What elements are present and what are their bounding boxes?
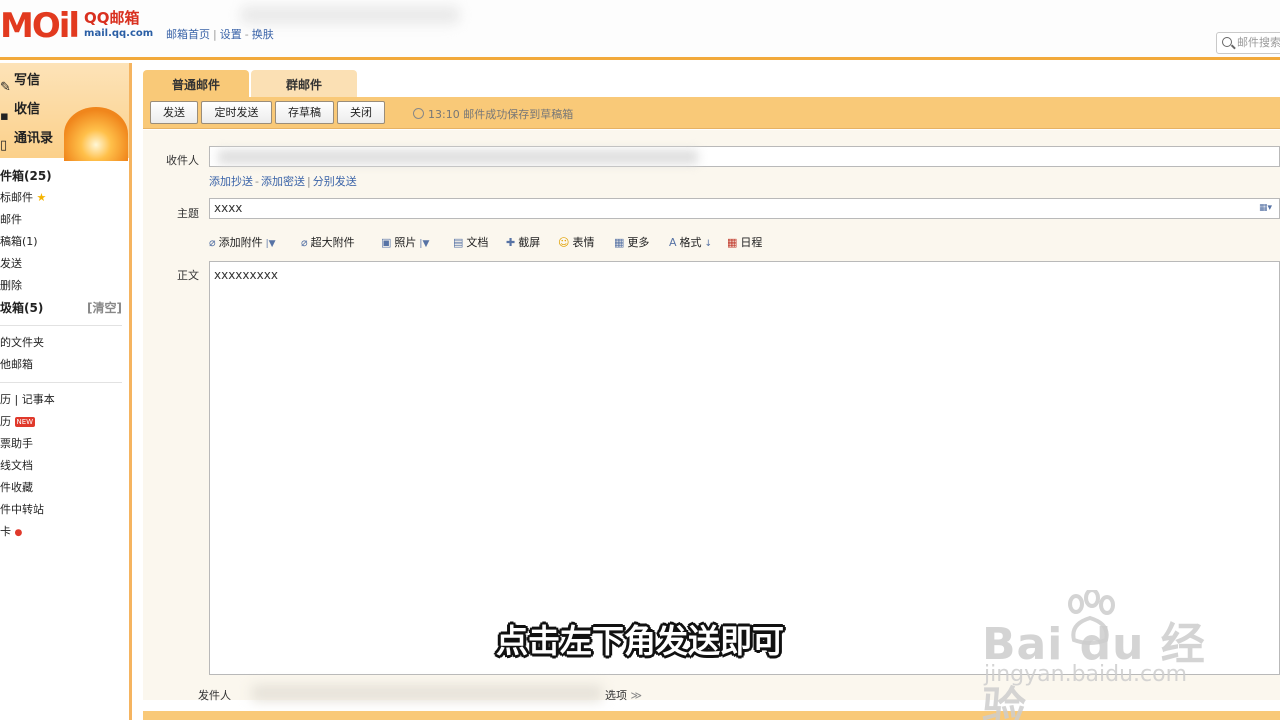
paperclip-icon: ⌀: [209, 236, 216, 249]
empty-spam-link[interactable]: [清空]: [87, 297, 122, 319]
orange-decoration: [64, 107, 128, 161]
options-toggle[interactable]: 选项 ≫: [605, 687, 642, 703]
save-status: 13:10 邮件成功保存到草稿箱: [413, 106, 573, 122]
chevron-down-icon: ≫: [630, 689, 643, 702]
subject-input[interactable]: xxxx ▦▾: [209, 198, 1280, 219]
pen-icon: ✎: [0, 79, 11, 95]
chevron-down-icon: |▼: [419, 239, 430, 249]
recipient-input[interactable]: [209, 146, 1280, 167]
my-folders[interactable]: 的文件夹: [0, 332, 126, 354]
contacts-button[interactable]: ▯ 通讯录: [0, 126, 53, 153]
watermark-url: jingyan.baidu.com: [984, 662, 1188, 687]
crop-icon: ✚: [506, 236, 516, 249]
separate-send-link[interactable]: 分别发送: [313, 175, 357, 188]
recipient-options: 添加抄送 - 添加密送 | 分别发送: [209, 175, 357, 188]
tab-group-mail[interactable]: 群邮件: [251, 70, 357, 97]
mailbox-home-link[interactable]: 邮箱首页: [166, 28, 210, 41]
search-placeholder: 邮件搜索: [1237, 36, 1280, 49]
tool-greeting-card[interactable]: 卡 ●: [0, 521, 126, 543]
other-mailboxes[interactable]: 他邮箱: [0, 354, 126, 376]
tool-file-transfer[interactable]: 件中转站: [0, 499, 126, 521]
format-button[interactable]: A 格式 ↓: [669, 234, 712, 250]
add-bcc-link[interactable]: 添加密送: [261, 175, 305, 188]
folder-deleted[interactable]: 删除: [0, 275, 126, 297]
grid-icon[interactable]: ▦▾: [1259, 203, 1273, 213]
sender-label: 发件人: [198, 689, 231, 702]
compose-button[interactable]: ✎ 写信: [0, 68, 40, 95]
to-label: 收件人: [166, 154, 199, 167]
scheduled-send-button[interactable]: 定时发送: [201, 101, 272, 124]
tool-invoice-helper[interactable]: 票助手: [0, 433, 126, 455]
close-button[interactable]: 关闭: [337, 101, 385, 124]
screenshot-button[interactable]: ✚ 截屏: [506, 234, 540, 250]
inbox-icon: ▪: [0, 108, 9, 124]
more-button[interactable]: ▦ 更多: [614, 234, 649, 250]
blurred-recipient: [218, 150, 698, 164]
add-attachment-button[interactable]: ⌀ 添加附件 |▼: [209, 234, 276, 250]
font-icon: A: [669, 236, 677, 249]
star-icon: ★: [36, 191, 47, 204]
document-icon: ▤: [453, 236, 464, 249]
calendar-notepad-link[interactable]: 历 | 记事本: [0, 389, 126, 411]
new-badge: NEW: [14, 417, 36, 427]
clock-icon: [413, 108, 424, 119]
qq-mail-logo[interactable]: MOil QQ邮箱 mail.qq.com: [0, 6, 153, 46]
schedule-button[interactable]: ▦ 日程: [727, 234, 762, 250]
smiley-icon: ☺: [558, 236, 570, 249]
photo-button[interactable]: ▣ 照片 |▼: [381, 234, 429, 250]
paperclip-icon: ⌀: [301, 236, 308, 249]
blurred-sender: [252, 685, 602, 701]
top-header: MOil QQ邮箱 mail.qq.com 邮箱首页 | 设置 - 换肤 邮件搜索: [0, 0, 1280, 60]
divider: [0, 382, 122, 383]
folder-list: 件箱(25) 标邮件 ★ 邮件 稿箱(1) 发送 删除 圾箱(5) [清空] 的文…: [0, 165, 126, 543]
image-icon: ▣: [381, 236, 392, 249]
video-subtitle: 点击左下角发送即可: [495, 622, 784, 660]
chevron-down-icon: |▼: [265, 239, 276, 249]
large-attachment-button[interactable]: ⌀ 超大附件: [301, 234, 355, 250]
address-book-icon: ▯: [0, 137, 8, 153]
emoji-button[interactable]: ☺ 表情: [558, 234, 594, 250]
folder-starred[interactable]: 标邮件 ★: [0, 187, 126, 209]
subject-label: 主题: [177, 207, 199, 220]
tool-calendar[interactable]: 历 NEW: [0, 411, 126, 433]
calendar-icon: ▦: [727, 236, 738, 249]
blurred-user-info: [240, 6, 460, 24]
body-label: 正文: [177, 269, 199, 282]
notification-dot: ●: [14, 528, 23, 538]
header-links: 邮箱首页 | 设置 - 换肤: [166, 28, 274, 41]
compose-tabs: 普通邮件 群邮件: [132, 63, 1280, 97]
settings-link[interactable]: 设置: [220, 28, 242, 41]
tool-mail-favorites[interactable]: 件收藏: [0, 477, 126, 499]
tool-online-docs[interactable]: 线文档: [0, 455, 126, 477]
sidebar-actions-panel: ✎ 写信 ▪ 收信 ▯ 通讯录: [0, 63, 129, 161]
change-skin-link[interactable]: 换肤: [252, 28, 274, 41]
document-button[interactable]: ▤ 文档: [453, 234, 488, 250]
mail-search-input[interactable]: 邮件搜索: [1216, 32, 1280, 54]
logo-mark: MOil: [0, 6, 80, 46]
folder-group-mail[interactable]: 邮件: [0, 209, 126, 231]
add-cc-link[interactable]: 添加抄送: [209, 175, 253, 188]
chevron-down-icon: ↓: [704, 239, 713, 249]
folder-drafts[interactable]: 稿箱(1): [0, 231, 126, 253]
receive-mail-button[interactable]: ▪ 收信: [0, 97, 40, 124]
folder-sent[interactable]: 发送: [0, 253, 126, 275]
send-button[interactable]: 发送: [150, 101, 198, 124]
divider: [0, 325, 122, 326]
tab-normal-mail[interactable]: 普通邮件: [143, 70, 249, 97]
logo-domain: mail.qq.com: [84, 28, 154, 39]
grid-icon: ▦: [614, 236, 625, 249]
logo-brand: QQ邮箱: [84, 9, 140, 27]
folder-spam[interactable]: 圾箱(5) [清空]: [0, 297, 126, 319]
folder-inbox[interactable]: 件箱(25): [0, 165, 126, 187]
compose-toolbar: 发送 定时发送 存草稿 关闭 13:10 邮件成功保存到草稿箱: [143, 97, 1280, 129]
search-icon: [1222, 37, 1232, 47]
save-draft-button[interactable]: 存草稿: [275, 101, 334, 124]
body-value: xxxxxxxxx: [214, 268, 278, 282]
subject-value: xxxx: [214, 201, 243, 215]
